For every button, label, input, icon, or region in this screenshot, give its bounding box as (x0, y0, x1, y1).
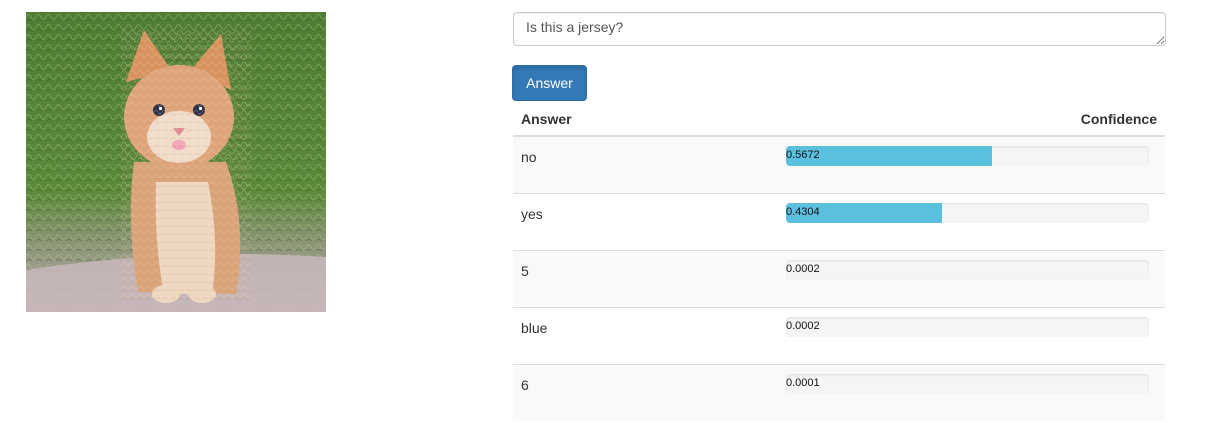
confidence-value: 0.4304 (786, 205, 820, 218)
input-image (26, 12, 326, 312)
answer-button[interactable]: Answer (512, 65, 587, 101)
confidence-value: 0.0002 (786, 319, 820, 332)
confidence-value: 0.5672 (786, 149, 820, 161)
confidence-value: 0.0002 (786, 262, 820, 275)
confidence-bar: 0.4304 (786, 202, 1149, 223)
confidence-bar: 0.0001 (786, 373, 1149, 394)
confidence-bar: 0.5672 (786, 146, 1149, 166)
answer-text: 5 (513, 249, 778, 307)
confidence-column-header: Confidence (778, 102, 1165, 137)
confidence-value: 0.0001 (786, 376, 820, 389)
question-input[interactable]: Is this a jersey? (513, 12, 1166, 46)
confidence-cell: 0.4304 (778, 192, 1165, 250)
table-row: no 0.5672 (513, 135, 1165, 193)
confidence-cell: 0.0001 (778, 363, 1165, 421)
answer-text: blue (513, 306, 778, 364)
table-row: 6 0.0001 (513, 363, 1165, 421)
answer-text: 6 (513, 363, 778, 421)
confidence-cell: 0.0002 (778, 306, 1165, 364)
table-row: yes 0.4304 (513, 192, 1165, 250)
answers-table: Answer Confidence no 0.5672 yes 0.4304 5… (513, 102, 1165, 421)
confidence-cell: 0.0002 (778, 249, 1165, 307)
answer-text: no (513, 135, 778, 193)
table-row: blue 0.0002 (513, 306, 1165, 364)
vqa-page: Is this a jersey? Answer Answer Confiden… (0, 0, 1212, 423)
kitten-photo (26, 12, 326, 312)
answer-text: yes (513, 192, 778, 250)
table-header-row: Answer Confidence (513, 102, 1165, 137)
confidence-bar: 0.0002 (786, 316, 1149, 337)
table-row: 5 0.0002 (513, 249, 1165, 307)
confidence-bar: 0.0002 (786, 259, 1149, 280)
answer-column-header: Answer (513, 102, 778, 137)
confidence-cell: 0.5672 (778, 135, 1165, 193)
